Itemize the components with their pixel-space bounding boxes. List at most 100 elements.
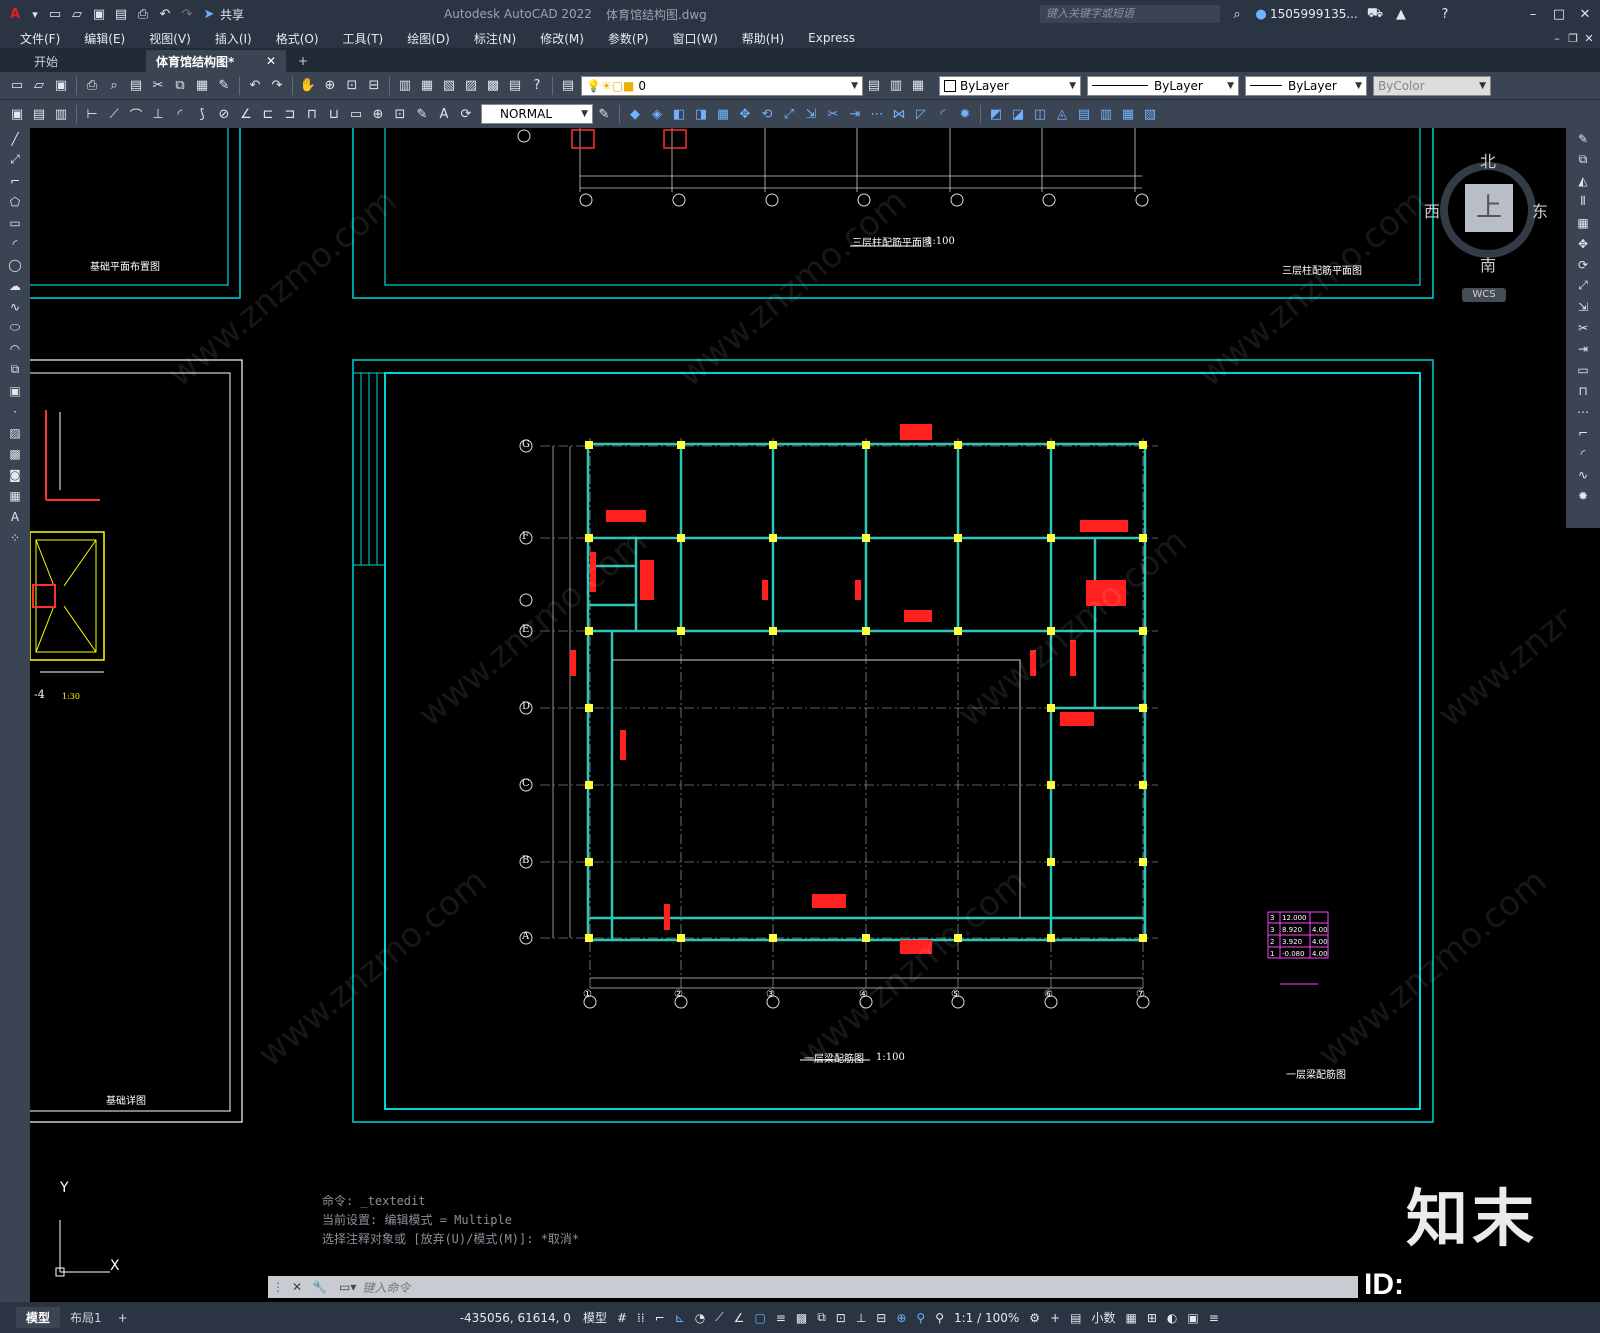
osnap-icon[interactable]: ▢ — [754, 1311, 765, 1325]
menu-express[interactable]: Express — [808, 31, 855, 45]
snap-icon[interactable]: ⁞⁞ — [637, 1311, 645, 1325]
viewcube-west[interactable]: 西 — [1424, 198, 1440, 222]
grid-icon[interactable]: # — [617, 1311, 627, 1325]
dim-update-icon[interactable]: ⟳ — [457, 105, 475, 123]
polyline-icon[interactable]: ⌐ — [4, 171, 26, 191]
layout-tab-add[interactable]: + — [112, 1309, 134, 1327]
user-name[interactable]: 1505999135... — [1270, 7, 1358, 21]
close-icon[interactable]: ✕ — [1576, 5, 1594, 23]
autodesk-a-icon[interactable]: ▲ — [1392, 5, 1410, 23]
clean-screen-icon[interactable]: ▣ — [1187, 1311, 1198, 1325]
search-input[interactable]: 键入关键字或短语 — [1040, 5, 1220, 23]
erase-icon[interactable]: ◆ — [626, 105, 644, 123]
gradient-icon[interactable]: ▩ — [4, 444, 26, 464]
share-button[interactable]: 共享 — [220, 6, 244, 23]
zoom-realtime-icon[interactable]: ⊕ — [321, 77, 339, 95]
otrack-icon[interactable]: ∠ — [734, 1311, 745, 1325]
color-dropdown[interactable]: ByLayer ▼ — [939, 75, 1081, 96]
offset-icon[interactable]: ◨ — [692, 105, 710, 123]
selection-filter-icon[interactable]: ⊟ — [876, 1311, 886, 1325]
doc-close-icon[interactable]: ✕ — [1582, 29, 1596, 47]
app-logo-icon[interactable]: A — [6, 5, 24, 23]
share-icon[interactable]: ➤ — [200, 5, 218, 23]
ellipse-arc-icon[interactable]: ◠ — [4, 339, 26, 359]
mirror-icon[interactable]: ◧ — [670, 105, 688, 123]
insert-block-icon[interactable]: ⧉ — [4, 360, 26, 380]
construction-line-icon[interactable]: ⤢ — [4, 150, 26, 170]
customization-icon[interactable]: ≡ — [1209, 1311, 1219, 1325]
polygon-icon[interactable]: ⬠ — [4, 192, 26, 212]
make-block-icon[interactable]: ▣ — [4, 381, 26, 401]
gizmo-icon[interactable]: ⊕ — [896, 1311, 906, 1325]
menu-edit[interactable]: 编辑(E) — [84, 30, 125, 47]
properties-icon[interactable]: ▥ — [396, 77, 414, 95]
save-as-icon[interactable]: ▤ — [112, 5, 130, 23]
join-icon[interactable]: ⋈ — [890, 105, 908, 123]
chamfer-icon[interactable]: ◸ — [912, 105, 930, 123]
dim-radius-icon[interactable]: ◜ — [171, 105, 189, 123]
layout-tab-1[interactable]: 布局1 — [60, 1307, 112, 1328]
menu-modify[interactable]: 修改(M) — [540, 30, 584, 47]
inspect-icon[interactable]: ⊡ — [391, 105, 409, 123]
text-front-icon[interactable]: ▤ — [1075, 105, 1093, 123]
linetype-dropdown[interactable]: ByLayer ▼ — [1087, 75, 1239, 96]
units-value[interactable]: 小数 — [1091, 1309, 1115, 1326]
write-block-icon[interactable]: ▥ — [52, 105, 70, 123]
mirror-icon[interactable]: ◭ — [1572, 171, 1594, 191]
maximize-icon[interactable]: □ — [1550, 5, 1568, 23]
lineweight-dropdown[interactable]: ByLayer ▼ — [1245, 75, 1367, 96]
command-input[interactable]: 键入命令 — [362, 1279, 410, 1296]
menu-window[interactable]: 窗口(W) — [673, 30, 718, 47]
trim-icon[interactable]: ✂ — [824, 105, 842, 123]
point-icon[interactable]: · — [4, 402, 26, 422]
drawing-canvas[interactable]: 三层柱配筋平面图 1:100 三层柱配筋平面图 基础平面布置图 基础详图 -4 … — [30, 128, 1566, 1302]
doc-minimize-icon[interactable]: – — [1550, 29, 1564, 47]
layer-properties-icon[interactable]: ▤ — [559, 77, 577, 95]
move-icon[interactable]: ✥ — [1572, 234, 1594, 254]
dim-arc-icon[interactable]: ⌒ — [127, 105, 145, 124]
command-prompt-icon[interactable]: ▭▾ — [339, 1280, 356, 1294]
viewcube-south[interactable]: 南 — [1480, 252, 1496, 276]
preview-icon[interactable]: ⌕ — [105, 77, 123, 95]
region-icon[interactable]: ◙ — [4, 465, 26, 485]
rectangle-icon[interactable]: ▭ — [4, 213, 26, 233]
dim-baseline-icon[interactable]: ⊐ — [281, 105, 299, 123]
new-file-icon[interactable]: ▭ — [46, 5, 64, 23]
layer-dropdown[interactable]: 💡☀▢■ 0 ▼ — [581, 75, 863, 96]
cart-icon[interactable]: ⛟ — [1366, 5, 1384, 23]
add-selected-icon[interactable]: ⁘ — [4, 528, 26, 548]
sheetset-icon[interactable]: ▨ — [462, 77, 480, 95]
dim-quick-icon[interactable]: ⊏ — [259, 105, 277, 123]
menu-file[interactable]: 文件(F) — [20, 30, 60, 47]
join-icon[interactable]: ⋯ — [1572, 402, 1594, 422]
isolate-objects-icon[interactable]: ◐ — [1167, 1311, 1177, 1325]
dim-front-icon[interactable]: ▦ — [1119, 105, 1137, 123]
open-icon[interactable]: ▱ — [30, 77, 48, 95]
leader-front-icon[interactable]: ▧ — [1141, 105, 1159, 123]
extend-icon[interactable]: ⇥ — [1572, 339, 1594, 359]
copy-icon[interactable]: ⧉ — [1572, 150, 1594, 170]
lock-ui-icon[interactable]: ⊞ — [1147, 1311, 1157, 1325]
menu-view[interactable]: 视图(V) — [149, 30, 191, 47]
open-file-icon[interactable]: ▱ — [68, 5, 86, 23]
command-close-icon[interactable]: ✕ — [292, 1280, 302, 1294]
dim-aligned-icon[interactable]: ⟋ — [105, 105, 123, 123]
3dosnap-icon[interactable]: ⊡ — [836, 1311, 846, 1325]
help-icon[interactable]: ? — [1436, 5, 1454, 23]
workspace-gear-icon[interactable]: ⚙ — [1029, 1311, 1040, 1325]
markup-icon[interactable]: ▩ — [484, 77, 502, 95]
explode-icon[interactable]: ✹ — [1572, 486, 1594, 506]
break-icon[interactable]: ⊓ — [1572, 381, 1594, 401]
center-mark-icon[interactable]: ⊕ — [369, 105, 387, 123]
rotate-icon[interactable]: ⟲ — [758, 105, 776, 123]
move-icon[interactable]: ✥ — [736, 105, 754, 123]
units-icon[interactable]: ▤ — [1070, 1311, 1081, 1325]
undo-icon-2[interactable]: ↶ — [246, 77, 264, 95]
circle-icon[interactable]: ◯ — [4, 255, 26, 275]
command-grip-icon[interactable]: ⋮ — [272, 1280, 284, 1294]
chamfer-icon[interactable]: ⌐ — [1572, 423, 1594, 443]
zoom-window-icon[interactable]: ⊡ — [343, 77, 361, 95]
plotstyle-dropdown[interactable]: ByColor ▼ — [1373, 75, 1491, 96]
stretch-icon[interactable]: ⇲ — [1572, 297, 1594, 317]
matchprop-icon[interactable]: ✎ — [215, 77, 233, 95]
